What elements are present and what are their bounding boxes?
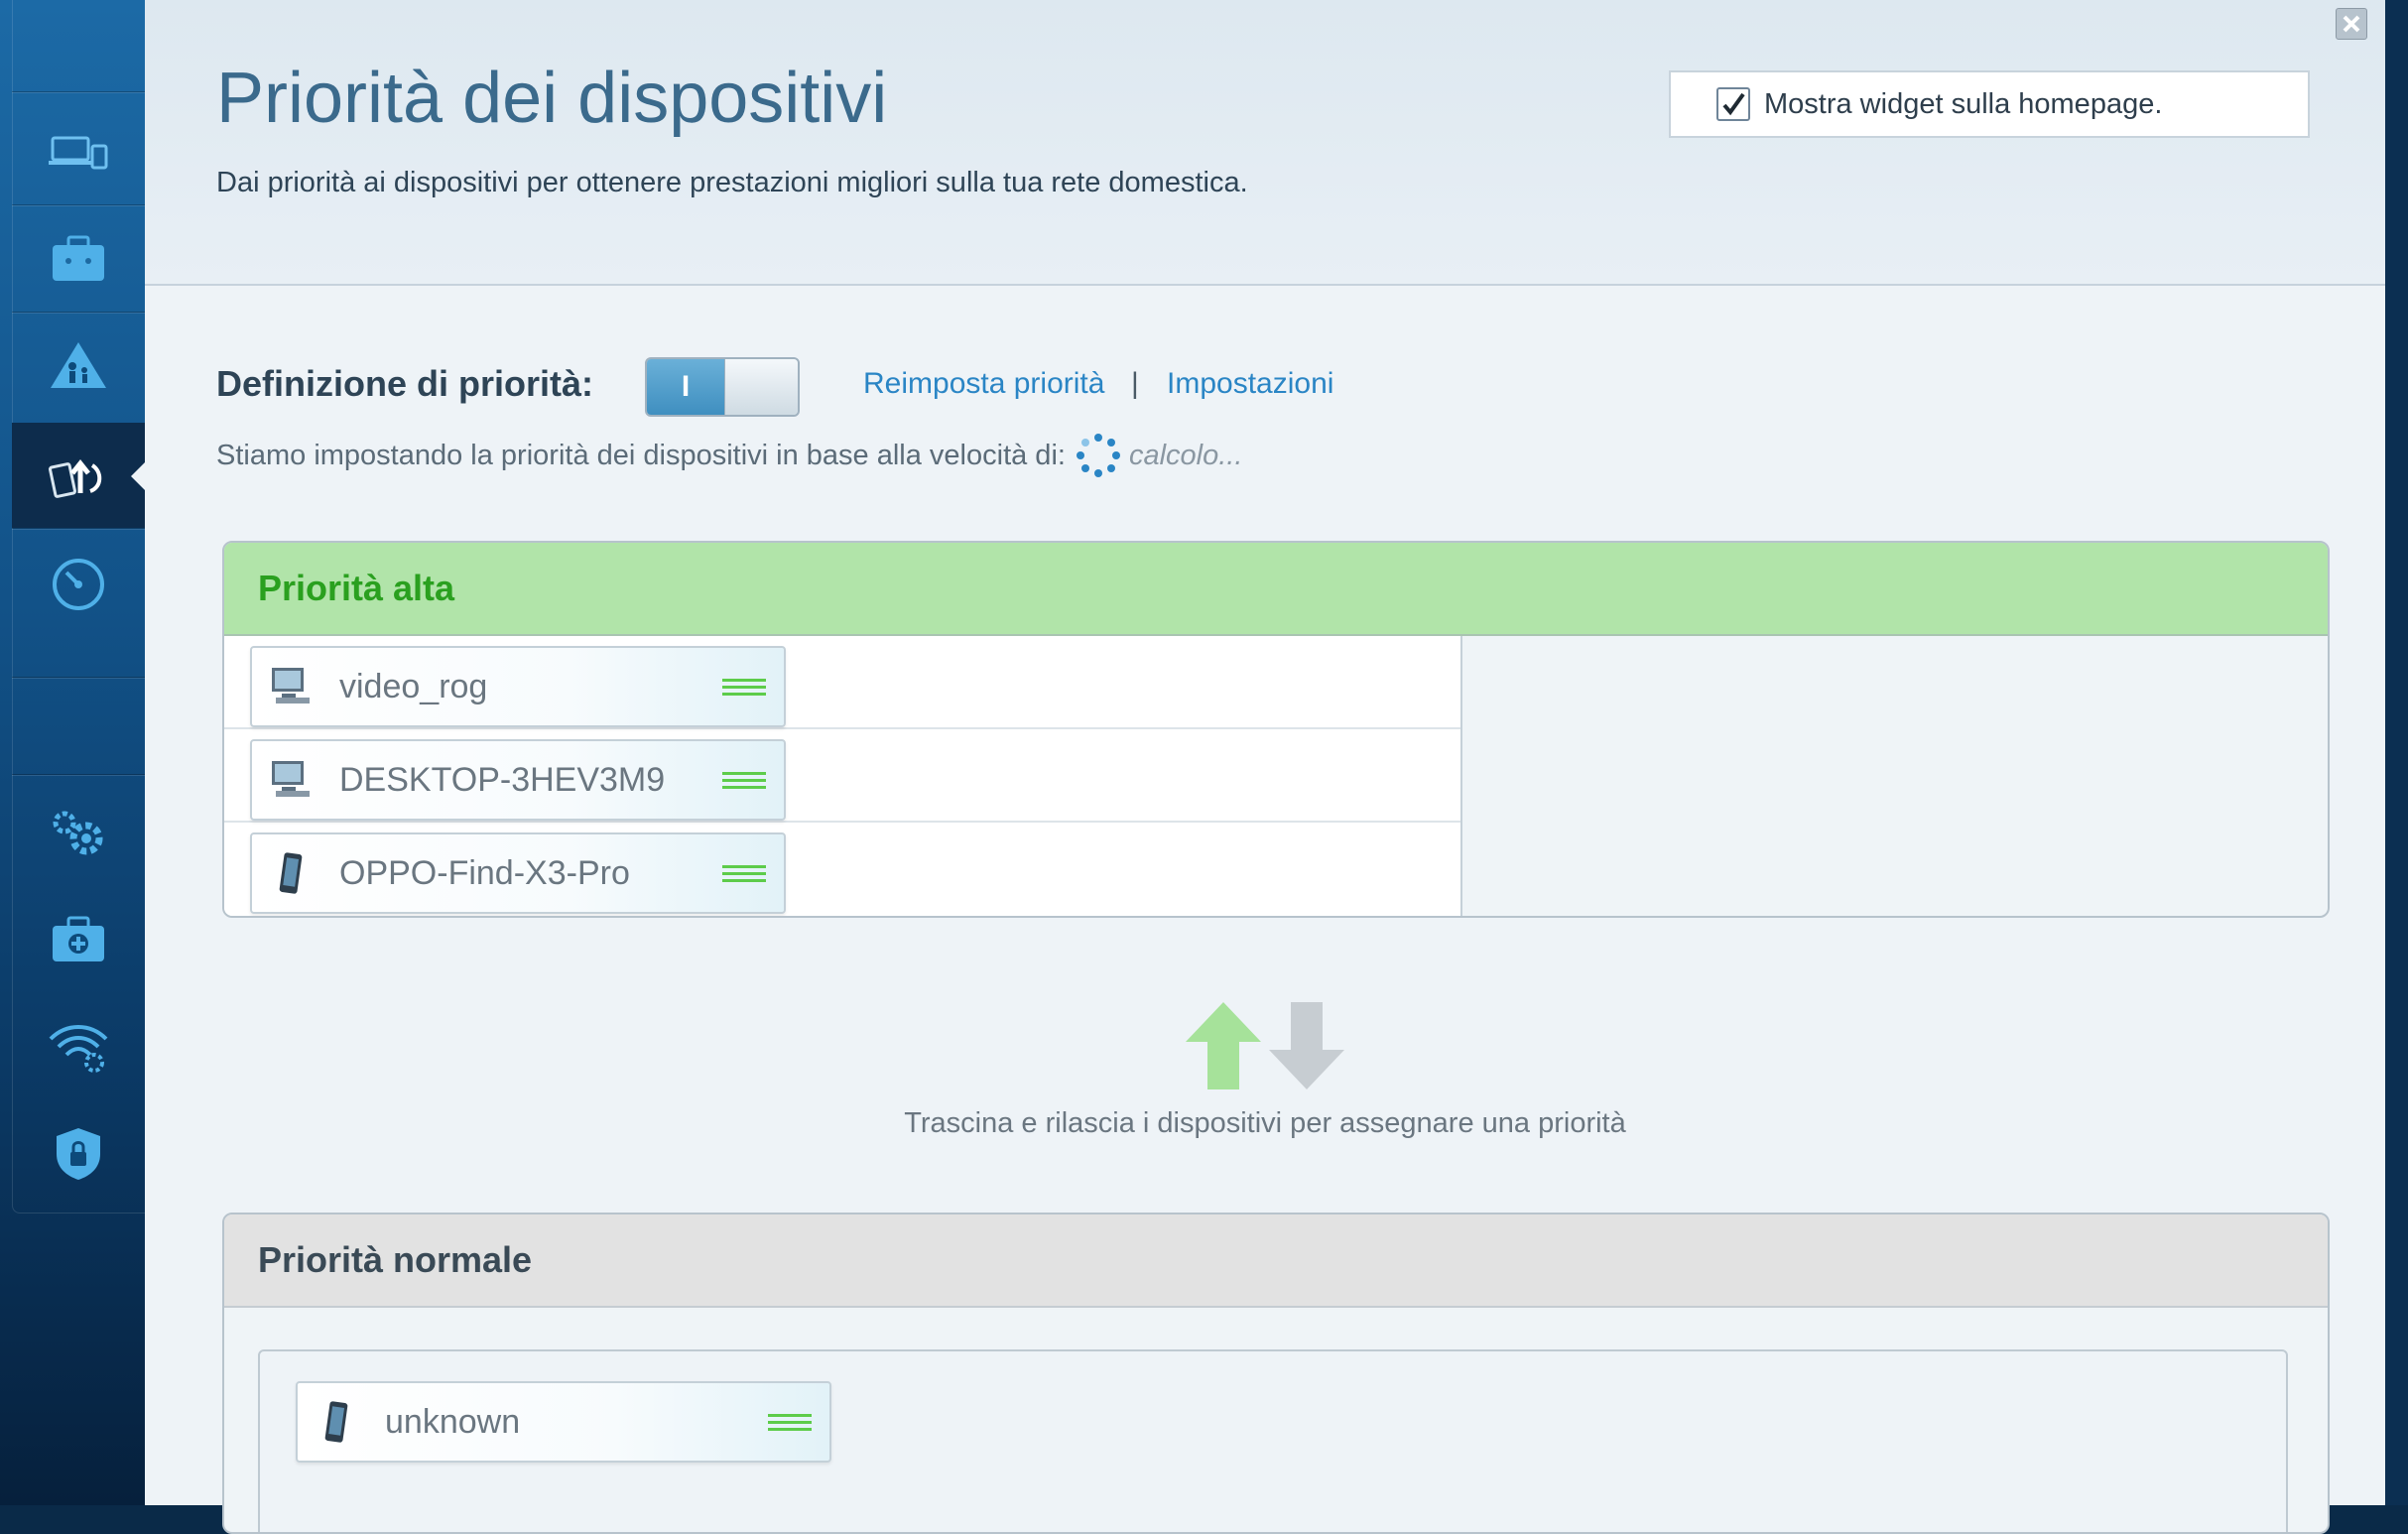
devices-icon [49, 136, 108, 170]
device-name: unknown [385, 1402, 521, 1441]
prioritization-toggle[interactable]: I [645, 357, 800, 417]
show-widget-label: Mostra widget sulla homepage. [1764, 87, 2163, 120]
security-shield-icon [57, 1128, 100, 1180]
page-header: Priorità dei dispositivi Dai priorità ai… [145, 0, 2385, 286]
list-item: DESKTOP-3HEV3M9 [224, 729, 1460, 823]
device-card-oppo-find-x3-pro[interactable]: OPPO-Find-X3-Pro [250, 832, 786, 914]
device-card-video-rog[interactable]: video_rog [250, 646, 786, 727]
close-icon [2343, 15, 2360, 33]
parental-control-icon [51, 342, 106, 388]
troubleshooting-icon [53, 916, 104, 961]
toggle-on-label: I [647, 359, 724, 415]
device-name: video_rog [339, 667, 488, 705]
reset-priority-link[interactable]: Reimposta priorità [863, 367, 1104, 401]
sidebar-item-troubleshooting[interactable] [12, 887, 145, 992]
sidebar-separator [12, 677, 145, 678]
sidebar-item-parental-controls[interactable] [12, 314, 145, 419]
normal-priority-title: Priorità normale [258, 1239, 533, 1280]
sidebar-item-wireless[interactable] [12, 994, 145, 1099]
sidebar-item-security[interactable] [12, 1101, 145, 1207]
sidebar-separator [12, 312, 145, 313]
device-card-desktop-3hev3m9[interactable]: DESKTOP-3HEV3M9 [250, 739, 786, 821]
speed-test-icon [53, 559, 104, 610]
list-item: OPPO-Find-X3-Pro [224, 823, 1460, 914]
sidebar-separator [12, 91, 145, 92]
high-priority-list: video_rog DESKTOP-3HEV3M9 OPPO-Find-X3-P… [224, 636, 1462, 916]
drag-handle-icon[interactable] [722, 768, 766, 793]
show-widget-option[interactable]: Mostra widget sulla homepage. [1669, 70, 2310, 138]
sidebar-item-toolbox[interactable] [12, 206, 145, 312]
sidebar [0, 0, 146, 1505]
settings-gear-icon [53, 811, 103, 855]
link-separator: | [1131, 367, 1139, 400]
high-priority-title: Priorità alta [258, 568, 455, 608]
mobile-phone-icon [268, 850, 314, 896]
device-card-unknown[interactable]: unknown [296, 1381, 831, 1463]
sidebar-item-media-prioritization[interactable] [12, 423, 145, 528]
close-button[interactable] [2336, 8, 2367, 40]
page-title: Priorità dei dispositivi [216, 59, 888, 138]
list-item: video_rog [224, 636, 1460, 729]
toggle-knob[interactable] [724, 359, 798, 415]
normal-priority-panel: Priorità normale unknown [222, 1213, 2330, 1534]
normal-priority-header: Priorità normale [224, 1214, 2328, 1308]
wifi-settings-icon [49, 1025, 108, 1073]
speed-status-value: calcolo... [1128, 439, 1243, 471]
high-priority-header: Priorità alta [224, 543, 2328, 636]
main-content: Priorità dei dispositivi Dai priorità ai… [145, 0, 2385, 1534]
high-priority-panel: Priorità alta video_rog DESKTOP-3HEV3M9 [222, 541, 2330, 918]
sidebar-item-devices[interactable] [12, 99, 145, 204]
speed-status: Stiamo impostando la priorità dei dispos… [216, 433, 1242, 478]
toolbox-icon [53, 235, 104, 281]
drag-drop-hint: Trascina e rilascia i dispositivi per as… [904, 1107, 1626, 1139]
sidebar-separator [12, 774, 145, 775]
loading-spinner-icon [1076, 434, 1120, 477]
show-widget-checkbox[interactable] [1716, 87, 1750, 121]
sidebar-separator [12, 528, 145, 529]
drag-drop-arrows-icon [1186, 1002, 1344, 1089]
device-name: OPPO-Find-X3-Pro [339, 853, 630, 892]
speed-status-text: Stiamo impostando la priorità dei dispos… [216, 439, 1066, 471]
sidebar-separator [12, 204, 145, 205]
page-subtitle: Dai priorità ai dispositivi per ottenere… [216, 167, 1248, 198]
device-name: DESKTOP-3HEV3M9 [339, 760, 666, 799]
media-prioritization-icon [48, 458, 102, 498]
drag-handle-icon[interactable] [768, 1410, 812, 1435]
settings-link[interactable]: Impostazioni [1167, 367, 1333, 401]
drag-handle-icon[interactable] [722, 675, 766, 700]
desktop-computer-icon [268, 757, 314, 803]
drag-handle-icon[interactable] [722, 861, 766, 886]
window-edge [2385, 0, 2408, 1505]
sidebar-item-connectivity[interactable] [12, 780, 145, 885]
desktop-computer-icon [268, 664, 314, 709]
normal-priority-list: unknown [258, 1349, 2288, 1532]
mobile-phone-icon [314, 1399, 359, 1445]
prioritization-label: Definizione di priorità: [216, 363, 594, 404]
checkmark-icon [1722, 92, 1745, 116]
sidebar-item-speed-test[interactable] [12, 532, 145, 637]
